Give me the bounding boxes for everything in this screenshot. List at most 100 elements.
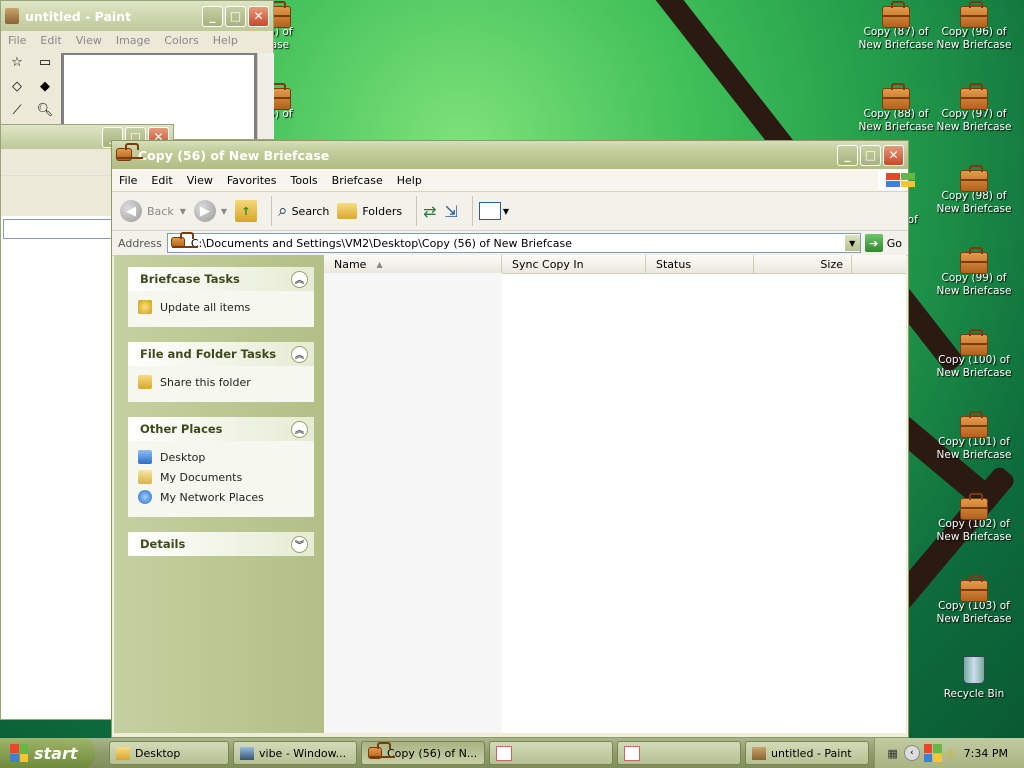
briefcase-icon: [960, 493, 988, 520]
close-button[interactable]: ✕: [883, 144, 904, 166]
desktop-icon-briefcase[interactable]: Copy (98) of New Briefcase: [935, 164, 1013, 216]
menu-help[interactable]: Help: [206, 34, 245, 47]
address-input[interactable]: C:\Documents and Settings\VM2\Desktop\Co…: [166, 232, 861, 253]
panel-header[interactable]: Other Places ︽: [128, 417, 314, 441]
my-documents-link[interactable]: My Documents: [128, 467, 314, 487]
panel-header[interactable]: File and Folder Tasks ︽: [128, 342, 314, 366]
folders-button[interactable]: Folders: [337, 203, 402, 219]
desktop-icon-briefcase[interactable]: Copy (87) of New Briefcase: [857, 0, 935, 52]
collapse-chevron-icon[interactable]: ︽: [291, 345, 308, 363]
briefcase-icon: [960, 411, 988, 438]
up-folder-icon: ↑: [235, 200, 258, 222]
maximize-button[interactable]: □: [225, 5, 246, 27]
share-folder-icon: [138, 375, 152, 389]
menu-edit[interactable]: Edit: [144, 174, 179, 187]
menu-view[interactable]: View: [180, 174, 220, 187]
desktop-link[interactable]: Desktop: [128, 447, 314, 467]
column-size[interactable]: Size: [754, 255, 852, 273]
paint-titlebar[interactable]: untitled - Paint _ □ ✕: [1, 1, 273, 31]
start-button[interactable]: start: [0, 738, 95, 768]
task-briefcase-window[interactable]: Copy (56) of N...: [361, 741, 485, 765]
select-icon[interactable]: ▭: [33, 55, 57, 75]
menu-file[interactable]: File: [112, 174, 144, 187]
minimize-button[interactable]: _: [837, 144, 858, 166]
clock[interactable]: 7:34 PM: [964, 747, 1008, 760]
scrollbar[interactable]: [257, 53, 274, 139]
desktop-icon-briefcase[interactable]: Copy (97) of New Briefcase: [935, 82, 1013, 134]
minimize-button[interactable]: _: [202, 5, 223, 27]
forward-button[interactable]: ▶ ▼: [193, 200, 227, 222]
network-icon: [138, 490, 152, 504]
desktop-icon-briefcase[interactable]: Copy (96) of New Briefcase: [935, 0, 1013, 52]
briefcase-icon: [960, 165, 988, 192]
maximize-button[interactable]: □: [860, 144, 881, 166]
keyboard-icon[interactable]: ▦: [887, 747, 897, 760]
my-network-places-link[interactable]: My Network Places: [128, 487, 314, 507]
sync-button[interactable]: ⇄: [423, 202, 436, 221]
task-desktop[interactable]: Desktop: [109, 741, 229, 765]
paint-icon: [752, 746, 766, 760]
dropdown-arrow-icon[interactable]: ▼: [180, 207, 186, 216]
search-button[interactable]: ⌕ Search: [278, 201, 329, 221]
desktop-icon-briefcase[interactable]: Copy (101) of New Briefcase: [935, 410, 1013, 462]
menu-colors[interactable]: Colors: [157, 34, 205, 47]
task-java-1[interactable]: [489, 741, 613, 765]
views-button[interactable]: ▼: [478, 202, 509, 220]
dropdown-arrow-icon[interactable]: ▼: [221, 207, 227, 216]
eraser-icon[interactable]: ◇: [5, 79, 29, 99]
briefcase-icon: [960, 83, 988, 110]
menu-edit[interactable]: Edit: [33, 34, 68, 47]
desktop-icon-recycle-bin[interactable]: Recycle Bin: [935, 656, 1013, 701]
folders-icon: [337, 203, 358, 219]
explorer-window[interactable]: Copy (56) of New Briefcase _ □ ✕ File Ed…: [111, 140, 915, 738]
column-sync-copy-in[interactable]: Sync Copy In: [502, 255, 646, 273]
column-status[interactable]: Status: [646, 255, 754, 273]
paint-window[interactable]: untitled - Paint _ □ ✕ File Edit View Im…: [0, 0, 274, 140]
task-paint[interactable]: untitled - Paint: [745, 741, 869, 765]
desktop-icon-briefcase[interactable]: Copy (103) of New Briefcase: [935, 574, 1013, 626]
collapse-chevron-icon[interactable]: ︽: [291, 270, 308, 288]
paint-title: untitled - Paint: [25, 8, 132, 24]
desktop-icon-briefcase[interactable]: Copy (102) of New Briefcase: [935, 492, 1013, 544]
menu-view[interactable]: View: [69, 34, 109, 47]
split-button[interactable]: ⇲: [445, 202, 458, 221]
fill-icon[interactable]: ◆: [33, 79, 57, 99]
column-name[interactable]: Name ▲: [324, 255, 502, 273]
desktop-icon-briefcase[interactable]: Copy (88) of New Briefcase: [857, 82, 935, 134]
briefcase-icon: [170, 232, 198, 249]
collapse-chevron-icon[interactable]: ︽: [291, 420, 308, 438]
warning-icon[interactable]: ⚠: [946, 747, 956, 760]
picker-icon[interactable]: ⟋: [5, 103, 29, 123]
menu-tools[interactable]: Tools: [284, 174, 325, 187]
update-all-items-link[interactable]: Update all items: [128, 297, 314, 317]
free-select-icon[interactable]: ☆: [5, 55, 29, 75]
task-java-2[interactable]: [617, 741, 741, 765]
panel-header[interactable]: Briefcase Tasks ︽: [128, 267, 314, 291]
panel-header[interactable]: Details ︾: [128, 532, 314, 556]
explorer-titlebar[interactable]: Copy (56) of New Briefcase _ □ ✕: [112, 141, 908, 169]
desktop-icon-briefcase[interactable]: Copy (100) of New Briefcase: [935, 328, 1013, 380]
menu-briefcase[interactable]: Briefcase: [325, 174, 390, 187]
address-dropdown-icon[interactable]: ▼: [844, 235, 860, 251]
windows-logo-icon: [878, 170, 915, 190]
task-vibe[interactable]: vibe - Window...: [233, 741, 357, 765]
menu-file[interactable]: File: [1, 34, 33, 47]
close-button[interactable]: ✕: [248, 5, 269, 27]
menu-help[interactable]: Help: [390, 174, 429, 187]
back-arrow-icon: ◀: [120, 200, 142, 222]
magnifier-icon[interactable]: 🔍︎: [33, 103, 57, 123]
explorer-menubar: File Edit View Favorites Tools Briefcase…: [112, 169, 915, 192]
my-documents-icon: [138, 470, 152, 484]
go-button[interactable]: ➔ Go: [864, 234, 902, 252]
share-folder-link[interactable]: Share this folder: [128, 372, 314, 392]
windows-flag-tray-icon[interactable]: [923, 744, 942, 762]
desktop-icon-briefcase[interactable]: Copy (99) of New Briefcase: [935, 246, 1013, 298]
tray-arrow-icon[interactable]: ‹: [903, 745, 920, 761]
back-button[interactable]: ◀ Back ▼: [120, 200, 186, 222]
menu-image[interactable]: Image: [109, 34, 157, 47]
menu-favorites[interactable]: Favorites: [220, 174, 284, 187]
file-list[interactable]: Name ▲ Sync Copy In Status Size: [324, 255, 906, 733]
up-folder-button[interactable]: ↑: [235, 200, 258, 222]
briefcase-icon: [882, 83, 910, 110]
expand-chevron-icon[interactable]: ︾: [291, 535, 308, 553]
